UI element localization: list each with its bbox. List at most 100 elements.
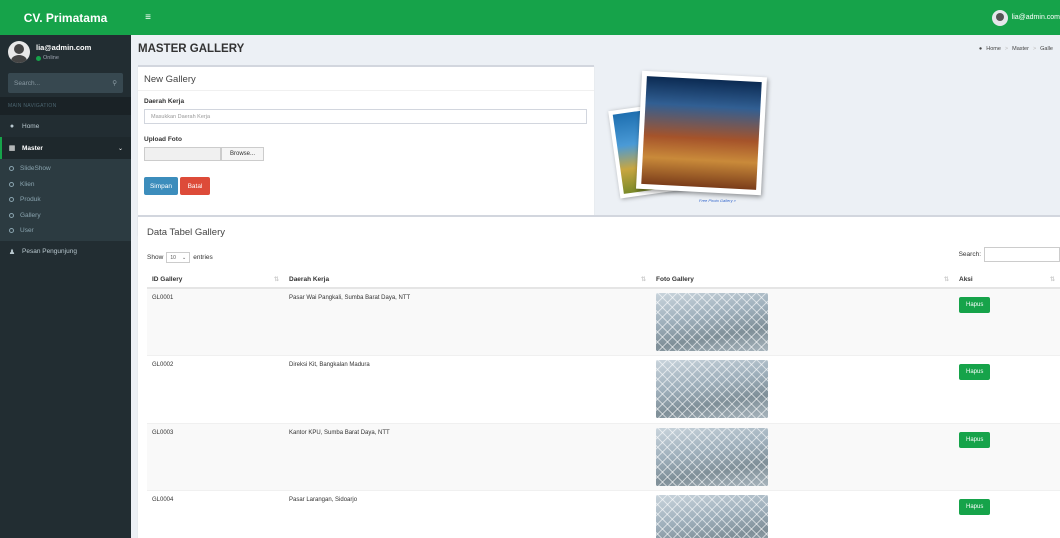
sort-icon: ⇅	[1049, 277, 1055, 283]
table-icon: ▦	[8, 145, 16, 152]
user-status: Online	[36, 55, 91, 61]
cell-aksi: Hapus	[954, 355, 1060, 423]
sidebar-search-input[interactable]: Search... ⚲	[8, 73, 123, 93]
gallery-table: ID Gallery ⇅ Daerah Kerja ⇅ Foto Gallery ⇅ …	[147, 271, 1060, 538]
table-row: GL0001 Pasar Wai Pangkali, Sumba Barat D…	[147, 287, 1060, 356]
sidebar-subitem-produk[interactable]: Produk	[0, 192, 131, 208]
home-icon: ●	[978, 46, 983, 52]
gallery-photo	[656, 293, 768, 351]
gallery-table-box: Data Tabel Gallery Show 10 ⌄ entries Sea…	[138, 215, 1060, 538]
table-row: GL0004 Pasar Larangan, Sidoarjo Hapus	[147, 490, 1060, 538]
daerah-kerja-label: Daerah Kerja	[144, 98, 185, 105]
breadcrumb-separator: >	[1032, 46, 1037, 52]
sort-icon: ⇅	[943, 277, 949, 283]
column-header-label: ID Gallery	[152, 275, 183, 283]
daerah-kerja-input[interactable]: Masukkan Daerah Kerja	[144, 109, 587, 124]
table-header-row: ID Gallery ⇅ Daerah Kerja ⇅ Foto Gallery ⇅ …	[147, 271, 1060, 289]
sidebar-item-label: Master	[22, 144, 43, 152]
gallery-illustration: Free Photo Gallery »	[608, 70, 774, 212]
user-status-text: Online	[43, 55, 59, 61]
gallery-photo	[656, 427, 768, 486]
breadcrumb: ● Home > Master > Galle	[979, 46, 1053, 52]
column-header-foto[interactable]: Foto Gallery ⇅	[651, 271, 954, 289]
upload-foto-input[interactable]: Browse...	[144, 147, 264, 161]
column-header-label: Daerah Kerja	[289, 275, 330, 283]
page-title: MASTER GALLERY	[138, 43, 245, 55]
sidebar: lia@admin.com Online Search... ⚲ MAIN NA…	[0, 35, 131, 538]
search-icon[interactable]: ⚲	[112, 79, 117, 87]
menu-toggle-icon[interactable]: ≡	[141, 12, 155, 23]
entries-label: entries	[193, 254, 213, 261]
online-dot-icon	[36, 55, 41, 61]
browse-button[interactable]: Browse...	[221, 147, 264, 161]
file-path-field	[144, 147, 221, 161]
chevron-down-icon: ⌄	[117, 145, 123, 152]
page-length-value: 10	[170, 254, 176, 261]
cell-id: GL0004	[147, 490, 284, 538]
chevron-down-icon: ⌄	[181, 254, 187, 261]
cell-id: GL0003	[147, 422, 284, 491]
sort-asc-icon: ⇅	[273, 277, 279, 283]
circle-icon	[9, 228, 14, 234]
user-menu-email: lia@admin.com	[1011, 14, 1060, 21]
show-label: Show	[147, 254, 164, 261]
content-wrapper: MASTER GALLERY ● Home > Master > Galle N…	[131, 35, 1060, 538]
sidebar-item-label: Pesan Pengunjung	[22, 248, 77, 255]
breadcrumb-gallery: Galle	[1040, 46, 1053, 52]
delete-button[interactable]: Hapus	[959, 364, 991, 380]
sidebar-item-label: Home	[22, 122, 40, 130]
table-row: GL0002 Direksi Kit, Bangkalan Madura Hap…	[147, 355, 1060, 423]
breadcrumb-master[interactable]: Master	[1012, 46, 1029, 52]
brand-logo[interactable]: CV. Primatama	[0, 0, 131, 35]
page-length-control: Show 10 ⌄ entries	[147, 252, 213, 263]
circle-icon	[9, 212, 14, 218]
master-submenu: SlideShow Klien Produk Gallery User	[0, 159, 131, 241]
circle-icon	[9, 166, 14, 172]
new-gallery-title: New Gallery	[138, 67, 594, 91]
daerah-kerja-placeholder: Masukkan Daerah Kerja	[151, 113, 211, 120]
navbar: ≡ lia@admin.com	[131, 0, 1060, 35]
user-menu[interactable]: lia@admin.com	[991, 9, 1060, 26]
sidebar-subitem-label: Produk	[20, 196, 41, 204]
cell-id: GL0002	[147, 355, 284, 423]
cell-id: GL0001	[147, 287, 284, 356]
sidebar-subitem-label: User	[20, 227, 34, 235]
sidebar-subitem-gallery[interactable]: Gallery	[0, 208, 131, 224]
menu-header: MAIN NAVIGATION	[0, 97, 131, 115]
new-gallery-box: New Gallery Daerah Kerja Masukkan Daerah…	[138, 65, 594, 235]
table-row: GL0003 Kantor KPU, Sumba Barat Daya, NTT…	[147, 422, 1060, 491]
delete-button[interactable]: Hapus	[959, 431, 991, 448]
sidebar-subitem-klien[interactable]: Klien	[0, 177, 131, 193]
sidebar-item-master[interactable]: ▦ Master ⌄	[0, 137, 131, 159]
sidebar-subitem-label: SlideShow	[20, 165, 51, 173]
cancel-button[interactable]: Batal	[180, 177, 210, 195]
sidebar-subitem-slideshow[interactable]: SlideShow	[0, 161, 131, 177]
circle-icon	[9, 181, 14, 187]
cell-foto	[651, 422, 954, 491]
sidebar-item-home[interactable]: ● Home	[0, 115, 131, 137]
upload-foto-label: Upload Foto	[144, 136, 182, 143]
circle-icon	[9, 197, 14, 203]
sidebar-subitem-label: Klien	[20, 180, 35, 188]
sidebar-item-pesan-pengunjung[interactable]: ♟ Pesan Pengunjung	[0, 241, 131, 263]
column-header-id[interactable]: ID Gallery ⇅	[147, 271, 284, 289]
sidebar-search-placeholder: Search...	[14, 79, 41, 87]
cell-daerah: Direksi Kit, Bangkalan Madura	[284, 355, 651, 423]
avatar	[8, 41, 30, 63]
cell-aksi: Hapus	[954, 490, 1060, 538]
delete-button[interactable]: Hapus	[959, 499, 991, 515]
column-header-label: Foto Gallery	[656, 275, 694, 283]
gallery-photo	[656, 360, 768, 418]
column-header-daerah[interactable]: Daerah Kerja ⇅	[284, 271, 651, 289]
breadcrumb-home[interactable]: Home	[986, 46, 1001, 52]
page-length-select[interactable]: 10 ⌄	[166, 252, 191, 263]
sort-icon: ⇅	[640, 277, 646, 283]
sidebar-subitem-user[interactable]: User	[0, 223, 131, 239]
table-search-input[interactable]	[984, 247, 1060, 262]
column-header-aksi[interactable]: Aksi ⇅	[954, 271, 1060, 289]
gallery-photo	[656, 495, 768, 538]
delete-button[interactable]: Hapus	[959, 297, 991, 313]
dashboard-icon: ●	[9, 122, 15, 130]
user-icon: ♟	[8, 248, 16, 256]
save-button[interactable]: Simpan	[144, 177, 178, 195]
